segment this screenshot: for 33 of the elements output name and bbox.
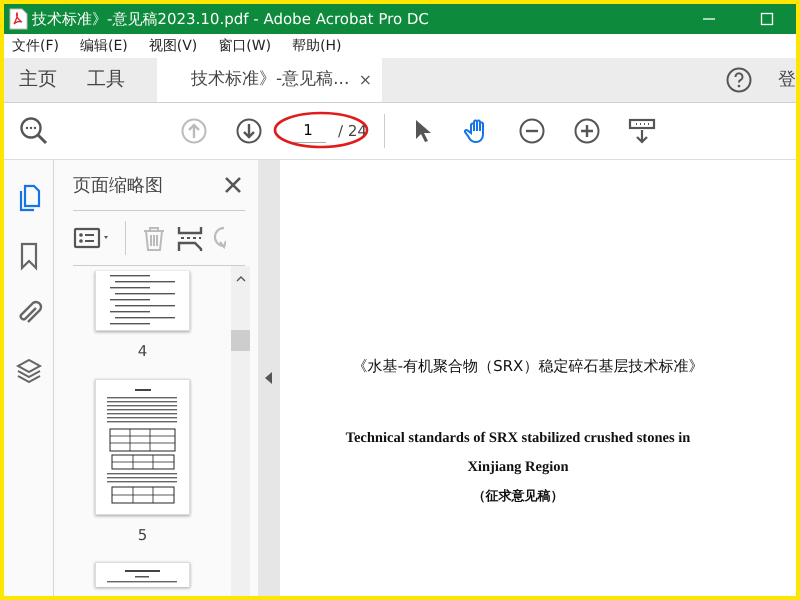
page-thumbnail[interactable]: [95, 562, 190, 587]
menu-item[interactable]: 窗口(W): [214, 36, 276, 56]
scroll-up-icon[interactable]: [236, 276, 246, 282]
pdf-file-icon: [8, 8, 28, 30]
close-icon: [224, 176, 242, 194]
menu-item[interactable]: 文件(F): [8, 36, 63, 56]
maximize-icon[interactable]: [760, 12, 774, 26]
document-tab[interactable]: 技术标准》-意见稿... ×: [157, 57, 382, 102]
search-icon: [19, 116, 49, 146]
document-title: 《水基-有机聚合物（SRX）稳定碎石基层技术标准》: [352, 356, 704, 377]
page-number-field[interactable]: 1: [290, 119, 326, 143]
help-icon[interactable]: [726, 66, 752, 92]
zoom-in-icon: [572, 117, 601, 145]
fit-page-icon: [628, 117, 656, 145]
page-number: 4: [138, 341, 148, 362]
close-tab-button[interactable]: ×: [358, 68, 372, 92]
page-thumbnail[interactable]: [95, 378, 190, 514]
zoom-out-icon: [518, 117, 546, 145]
page-number: 5: [138, 524, 148, 546]
window-title: 技术标准》-意见稿2023.10.pdf - Adobe Acrobat Pro DC: [32, 8, 429, 30]
collapse-arrow-icon[interactable]: [265, 372, 273, 384]
nav-tab[interactable]: 主页: [4, 57, 72, 102]
page-thumbnail[interactable]: [95, 271, 190, 331]
nav-tab[interactable]: 工具: [72, 57, 140, 102]
sign-in-link[interactable]: 登: [778, 66, 796, 93]
menu-item[interactable]: 编辑(E): [76, 36, 132, 56]
panel-title: 页面缩略图: [73, 174, 163, 198]
menu-item[interactable]: 视图(V): [144, 36, 202, 56]
document-subtitle: （征求意见稿）: [472, 488, 564, 506]
document-title-english: Xinjiang Region: [467, 458, 569, 478]
menu-item[interactable]: 帮助(H): [288, 36, 346, 56]
scrollbar-thumb[interactable]: [231, 330, 250, 351]
document-title-english: Technical standards of SRX stabilized crushed stones in: [346, 428, 690, 448]
